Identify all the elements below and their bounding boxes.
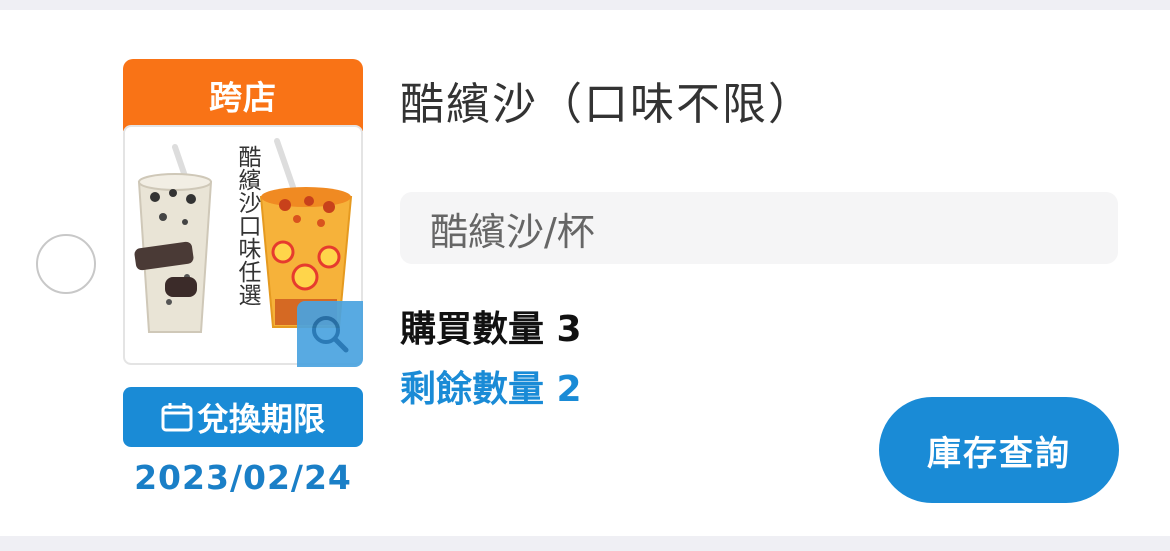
cross-store-tag: 跨店 bbox=[123, 59, 363, 131]
product-description: 酷繽沙/杯 bbox=[400, 192, 1118, 264]
image-caption: 酷繽沙口味任選 bbox=[234, 145, 260, 306]
zoom-button[interactable] bbox=[297, 301, 363, 367]
select-radio[interactable] bbox=[36, 234, 96, 294]
calendar-icon bbox=[161, 403, 193, 432]
expiry-badge: 兌換期限 bbox=[123, 387, 363, 447]
remaining-quantity: 剩餘數量 2 bbox=[400, 369, 582, 410]
expiry-label: 兌換期限 bbox=[196, 400, 325, 438]
product-card: 跨店 酷繽沙口味任選 兌換期限 2023/02/24 酷繽沙（口味不限） 酷繽沙… bbox=[0, 10, 1170, 536]
description-text: 酷繽沙/杯 bbox=[430, 209, 595, 254]
magnifier-icon bbox=[312, 316, 349, 353]
stock-query-button[interactable]: 庫存查詢 bbox=[879, 397, 1119, 503]
product-thumbnail: 跨店 酷繽沙口味任選 bbox=[123, 59, 363, 367]
purchase-quantity: 購買數量 3 bbox=[400, 309, 582, 350]
expiry-date: 2023/02/24 bbox=[134, 458, 352, 497]
product-title: 酷繽沙（口味不限） bbox=[400, 79, 814, 130]
